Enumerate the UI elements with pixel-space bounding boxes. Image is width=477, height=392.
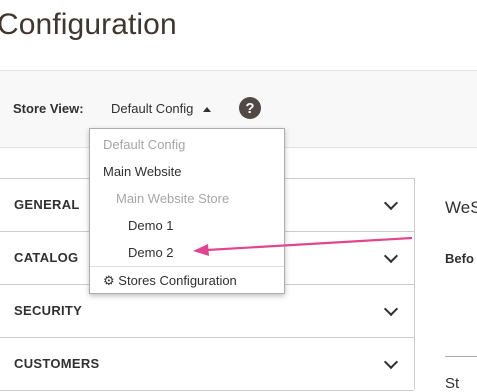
section-label: GENERAL [14,197,80,212]
content-heading: WeS [445,198,477,217]
content-footer-heading: St [445,375,460,392]
help-button[interactable]: ? [239,97,261,119]
section-label: SECURITY [14,303,83,318]
store-view-selected[interactable]: Default Config [111,101,193,116]
page-title: Configuration [0,8,177,41]
option-demo-2[interactable]: Demo 2 [128,245,174,260]
option-main-website[interactable]: Main Website [103,164,182,179]
option-demo-1[interactable]: Demo 1 [128,218,174,233]
content-subheading: Befo [445,251,474,266]
stores-configuration-label: Stores Configuration [118,273,237,288]
dropdown-divider [90,266,284,267]
option-main-website-store: Main Website Store [116,191,230,206]
store-view-label: Store View: [13,101,84,116]
question-icon: ? [245,99,255,117]
option-default-config: Default Config [103,137,186,152]
chevron-down-icon[interactable] [383,248,399,264]
chevron-down-icon[interactable] [383,354,399,370]
stores-configuration-link[interactable]: ⚙ Stores Configuration [103,273,237,289]
caret-up-icon[interactable] [203,106,212,112]
chevron-down-icon[interactable] [383,301,399,317]
store-view-switcher[interactable]: Default Config [111,101,212,116]
section-customers[interactable]: CUSTOMERS [0,338,414,391]
section-label: CUSTOMERS [14,356,100,371]
section-label: CATALOG [14,250,79,265]
chevron-down-icon[interactable] [383,195,399,211]
store-view-dropdown: Default Config Main Website Main Website… [89,128,285,294]
content-divider [445,356,477,357]
gear-icon: ⚙ [103,273,115,288]
